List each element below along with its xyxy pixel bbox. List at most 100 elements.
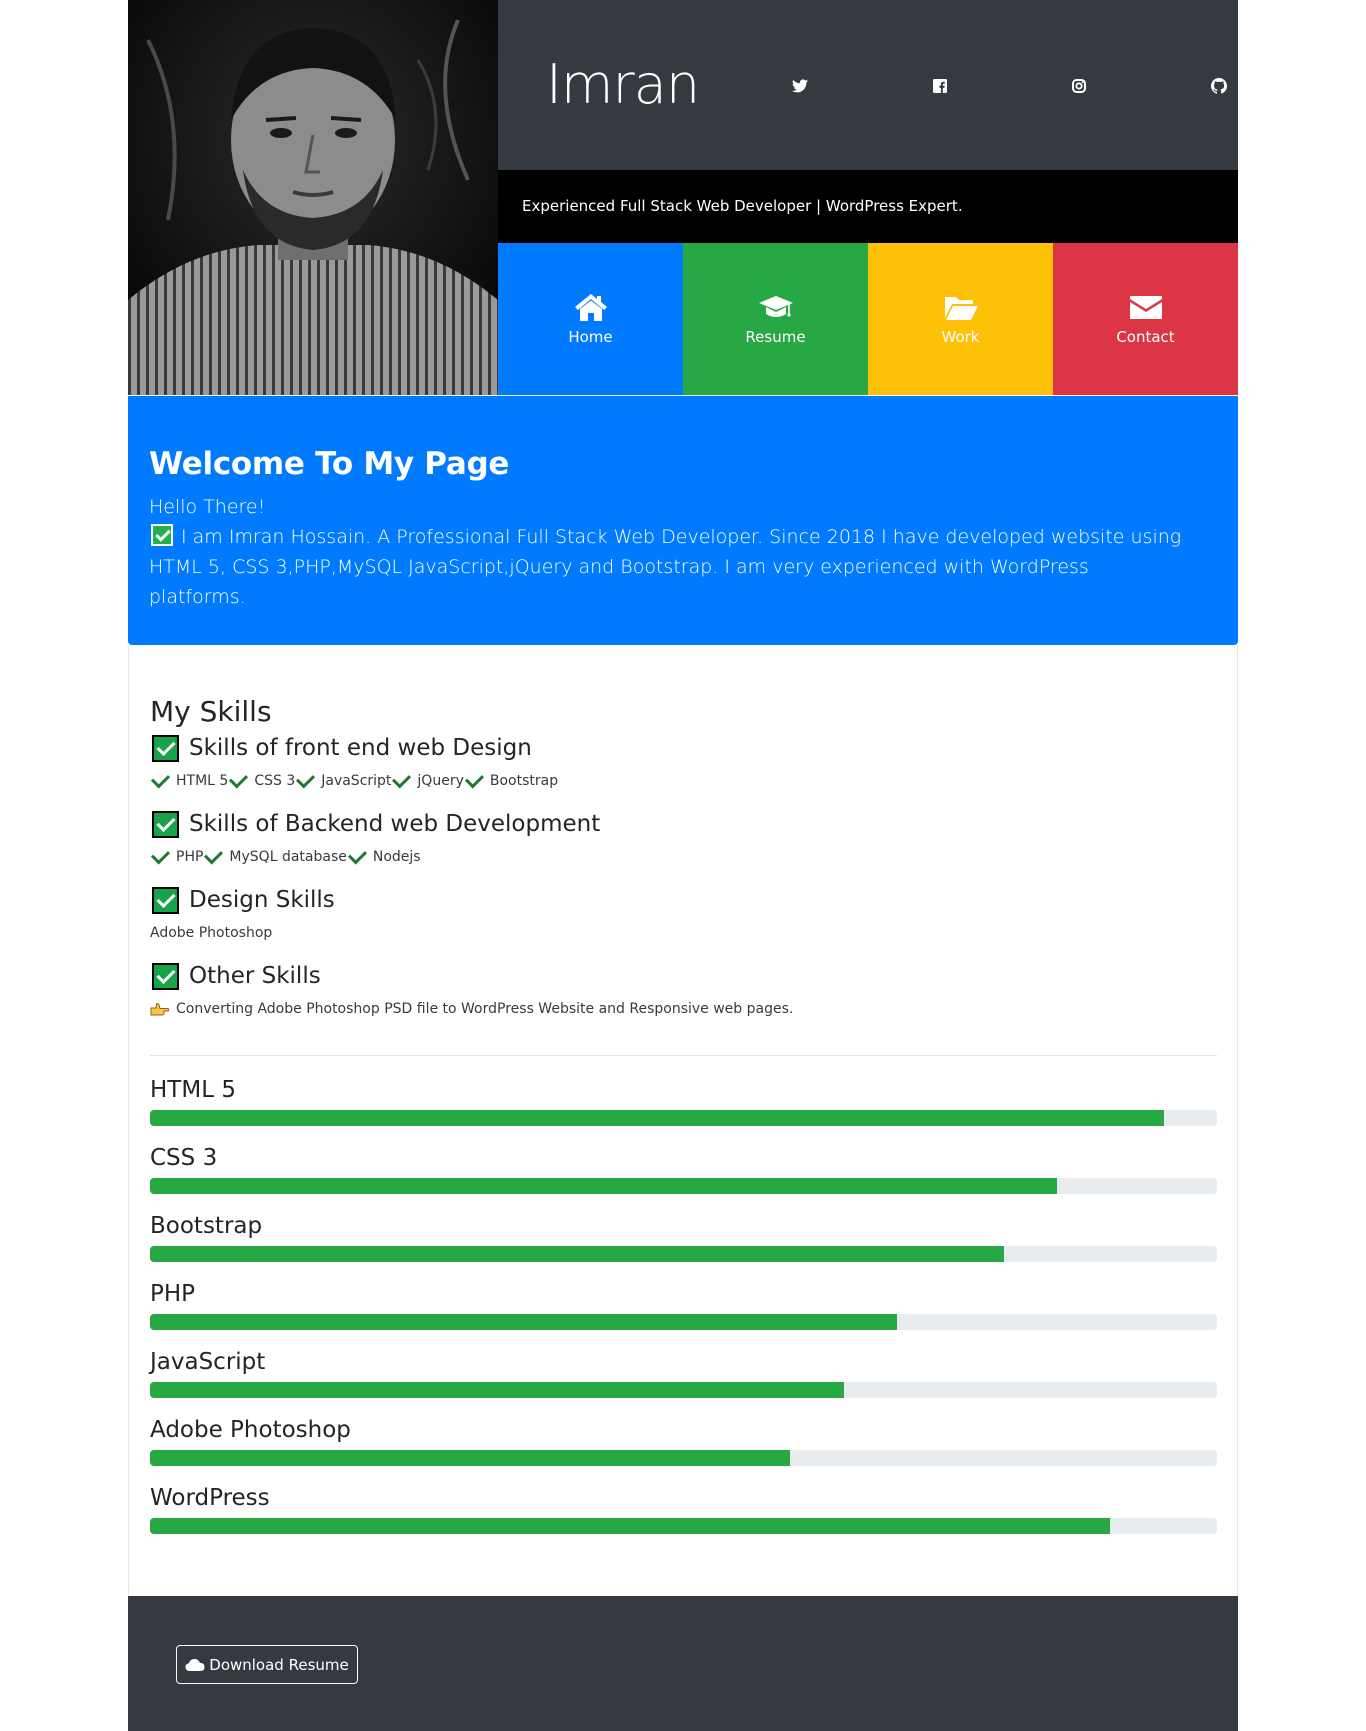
skill-item: Nodejs [372,849,421,865]
skill-group-design: Design Skills Adobe Photoshop [150,885,1217,943]
nav-contact[interactable]: Contact [1053,243,1238,395]
check-mark-icon [151,524,173,546]
header: Imran Experienced Full Stack Web Develop… [128,0,1238,395]
github-icon[interactable] [1210,77,1228,95]
home-icon [574,294,607,321]
skill-bar: CSS 3 [150,1143,1217,1194]
check-icon [392,769,412,789]
nav-work-label: Work [941,328,980,346]
skill-item: PHP [176,849,204,865]
skill-bar-label: Bootstrap [150,1213,263,1239]
welcome-intro: I am Imran Hossain. A Professional Full … [149,522,1189,612]
skill-group-heading-text: Skills of front end web Design [189,735,532,761]
tagline: Experienced Full Stack Web Developer | W… [498,170,1238,243]
check-icon [150,769,171,789]
nav-contact-label: Contact [1116,328,1175,346]
skill-item: CSS 3 [254,773,296,789]
progress-fill [150,1314,897,1330]
skill-group-heading: Other Skills [150,961,1217,991]
welcome-intro-text: I am Imran Hossain. A Professional Full … [149,526,1182,608]
check-mark-icon [152,962,179,990]
skill-bar-label: WordPress [150,1485,270,1511]
skill-item: MySQL database [229,849,347,865]
progress-track [150,1246,1217,1262]
nav-resume-label: Resume [745,328,806,346]
skill-item: Converting Adobe Photoshop PSD file to W… [176,1001,794,1017]
welcome-section: Welcome To My Page Hello There! I am Imr… [128,396,1238,645]
skill-bar-label: Adobe Photoshop [150,1417,351,1443]
download-resume-label: Download Resume [209,1655,349,1674]
top-bar: Imran [498,0,1238,170]
nav-resume[interactable]: Resume [683,243,868,395]
skills-title: My Skills [150,695,272,728]
progress-track [150,1110,1217,1126]
skill-bar-label: PHP [150,1281,196,1307]
skill-group-heading-text: Other Skills [189,963,321,989]
folder-open-icon [944,297,978,320]
skill-group-frontend: Skills of front end web Design HTML 5 CS… [150,733,1217,791]
skill-group-heading: Skills of front end web Design [150,733,1217,763]
skill-items: HTML 5 CSS 3 JavaScript jQuery Bootstrap [150,769,1217,791]
skill-group-other: Other Skills Converting Adobe Photoshop … [150,961,1217,1019]
check-mark-icon [152,734,179,762]
twitter-icon[interactable] [791,77,809,95]
progress-fill [150,1382,844,1398]
profile-photo [128,0,498,395]
envelope-icon [1129,296,1162,319]
brand-name[interactable]: Imran [546,52,700,118]
skill-bar: HTML 5 [150,1075,1217,1126]
skill-group-backend: Skills of Backend web Development PHP My… [150,809,1217,867]
skill-items: Converting Adobe Photoshop PSD file to W… [150,999,1217,1019]
page-container: Imran Experienced Full Stack Web Develop… [128,0,1238,1731]
skill-item: Bootstrap [489,773,559,789]
skill-bar: PHP [150,1279,1217,1330]
nav-work[interactable]: Work [868,243,1053,395]
check-icon [347,845,367,865]
footer: Download Resume [128,1596,1238,1731]
skill-bar: WordPress [150,1483,1217,1534]
progress-track [150,1178,1217,1194]
welcome-hello: Hello There! [149,496,266,518]
divider [150,1055,1217,1056]
progress-fill [150,1450,791,1466]
progress-track [150,1518,1217,1534]
progress-track [150,1450,1217,1466]
skill-item: jQuery [417,773,464,789]
skill-bar: Bootstrap [150,1211,1217,1262]
skills-section: My Skills Skills of front end web Design… [128,645,1238,1596]
check-icon [204,845,224,865]
skill-group-heading-text: Design Skills [189,887,335,913]
skill-item: JavaScript [321,773,392,789]
check-mark-icon [152,886,179,914]
progress-fill [150,1518,1111,1534]
skill-bar-label: CSS 3 [150,1145,218,1171]
skill-group-heading: Design Skills [150,885,1217,915]
skill-item: HTML 5 [176,773,229,789]
check-icon [296,769,316,789]
skill-bar-label: JavaScript [150,1349,266,1375]
skill-bar-label: HTML 5 [150,1077,236,1103]
skill-bar: Adobe Photoshop [150,1415,1217,1466]
hand-pointing-icon [150,1003,170,1016]
cloud-icon [185,1658,205,1671]
instagram-icon[interactable] [1070,77,1088,95]
check-icon [464,769,484,789]
progress-fill [150,1178,1057,1194]
facebook-icon[interactable] [931,77,949,95]
welcome-title: Welcome To My Page [149,446,510,482]
skill-group-heading-text: Skills of Backend web Development [189,811,601,837]
main-nav: Home Resume Work Contact [498,243,1238,395]
skill-item: Adobe Photoshop [150,925,273,941]
nav-home[interactable]: Home [498,243,683,395]
progress-fill [150,1246,1004,1262]
progress-track [150,1382,1217,1398]
check-mark-icon [152,810,179,838]
skill-group-heading: Skills of Backend web Development [150,809,1217,839]
download-resume-button[interactable]: Download Resume [176,1645,358,1684]
progress-track [150,1314,1217,1330]
skill-items: PHP MySQL database Nodejs [150,845,1217,867]
skill-items: Adobe Photoshop [150,923,1217,943]
check-icon [229,769,249,789]
progress-fill [150,1110,1164,1126]
check-icon [150,845,171,865]
